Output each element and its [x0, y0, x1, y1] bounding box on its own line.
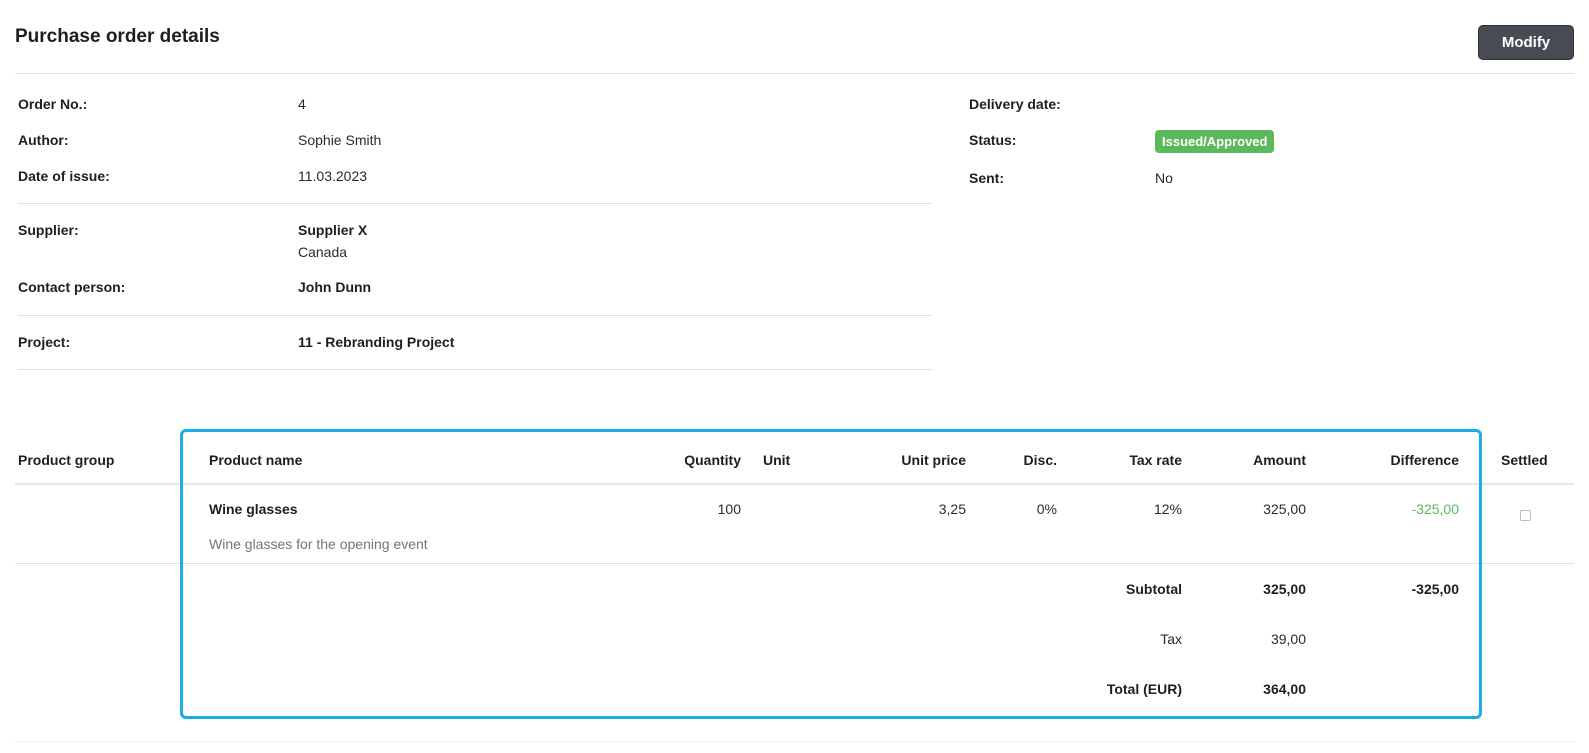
bottom-divider: [15, 741, 1574, 742]
info-divider: [18, 203, 933, 204]
date-of-issue-value: 11.03.2023: [298, 168, 368, 184]
info-divider: [18, 315, 933, 316]
sent-label: Sent:: [969, 170, 1004, 186]
project-value: 11 - Rebranding Project: [298, 334, 455, 350]
supplier-name: Supplier X: [298, 222, 368, 238]
status-badge: Issued/Approved: [1155, 130, 1275, 153]
supplier-label: Supplier:: [18, 222, 79, 238]
settled-checkbox[interactable]: [1520, 510, 1531, 521]
date-of-issue-label: Date of issue:: [18, 168, 110, 184]
modify-button[interactable]: Modify: [1478, 25, 1574, 60]
contact-person-value: John Dunn: [298, 279, 372, 295]
col-product-group: Product group: [18, 452, 115, 468]
contact-person-label: Contact person:: [18, 279, 126, 295]
col-settled: Settled: [1501, 452, 1548, 468]
author-value: Sophie Smith: [298, 132, 382, 148]
order-no-value: 4: [298, 96, 306, 112]
status-label: Status:: [969, 132, 1017, 148]
order-no-label: Order No.:: [18, 96, 88, 112]
header-divider: [15, 73, 1574, 74]
author-label: Author:: [18, 132, 69, 148]
info-divider: [18, 369, 933, 370]
page-title: Purchase order details: [15, 26, 220, 47]
sent-value: No: [1155, 170, 1173, 186]
supplier-country: Canada: [298, 244, 348, 260]
highlight-box: [180, 429, 1482, 719]
delivery-date-label: Delivery date:: [969, 96, 1061, 112]
project-label: Project:: [18, 334, 71, 350]
